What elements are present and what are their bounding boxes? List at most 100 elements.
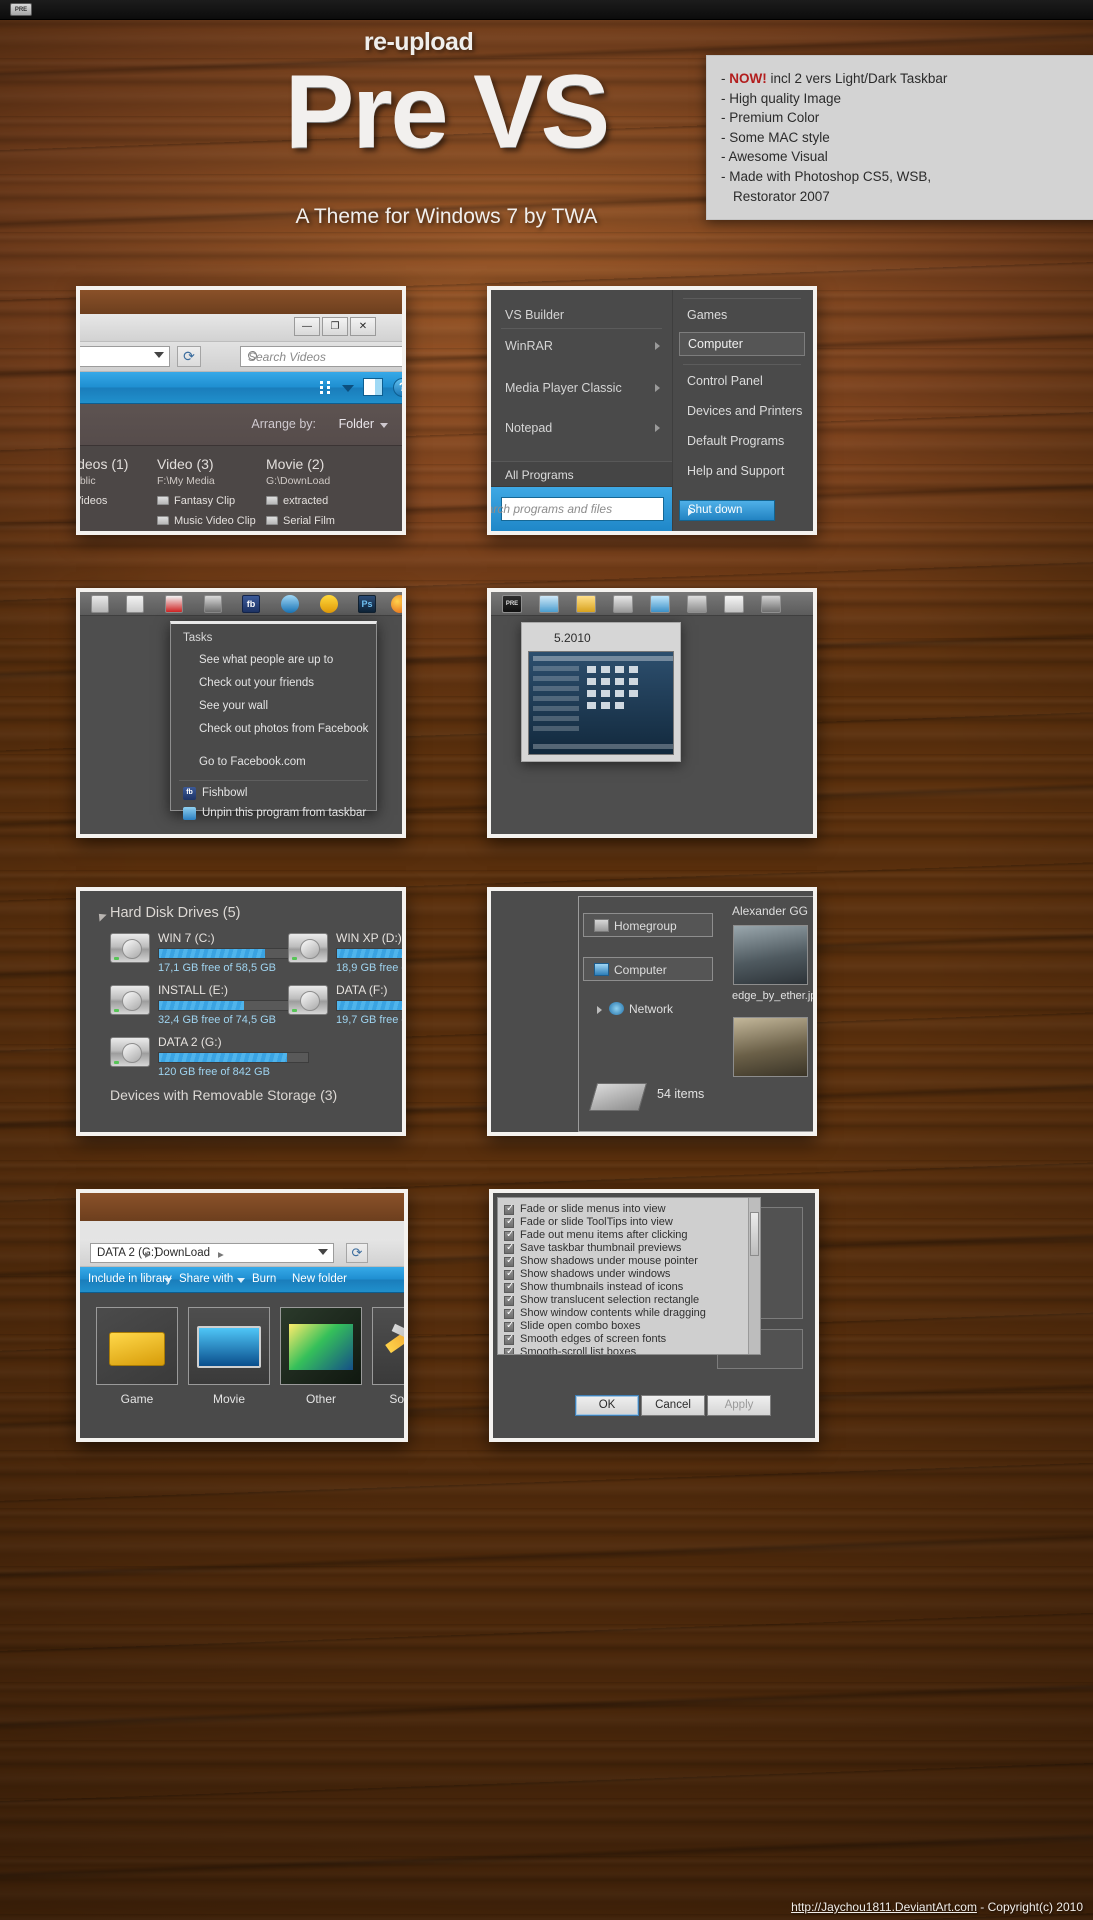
list-item[interactable]: extracted (266, 495, 335, 507)
command-include-in-library[interactable]: Include in library (88, 1273, 172, 1285)
breadcrumb-separator: ▸ (218, 1249, 224, 1261)
tile-game[interactable]: Game (96, 1307, 178, 1406)
thumbnail-image[interactable] (733, 1017, 808, 1077)
checkbox[interactable] (504, 1229, 514, 1241)
chevron-down-icon[interactable] (380, 423, 388, 428)
checkbox[interactable] (504, 1255, 514, 1267)
camera-icon[interactable] (761, 595, 781, 613)
tile-movie[interactable]: Movie (188, 1307, 270, 1406)
refresh-icon[interactable]: ⟳ (346, 1243, 368, 1263)
music-icon[interactable] (91, 595, 109, 613)
search-input[interactable]: Search Videos (240, 346, 402, 367)
menu-item-games[interactable]: Games (687, 308, 727, 322)
list-item[interactable]: Videos (80, 495, 128, 507)
command-share-with[interactable]: Share with (179, 1273, 233, 1285)
jumplist-task-1[interactable]: Check out your friends (199, 677, 314, 689)
menu-item-devices-and-printers[interactable]: Devices and Printers (687, 404, 802, 418)
checkbox[interactable] (504, 1242, 514, 1254)
jumplist-task-0[interactable]: See what people are up to (199, 654, 333, 666)
folder-icon[interactable] (576, 595, 596, 613)
camera-icon[interactable] (204, 595, 222, 613)
menu-item-notepad[interactable]: Notepad (505, 421, 552, 435)
chevron-down-icon[interactable] (342, 385, 354, 392)
chevron-down-icon[interactable] (164, 1278, 172, 1283)
shutdown-button[interactable]: Shut down (679, 500, 775, 521)
pre-badge-button[interactable]: PRE (10, 3, 32, 16)
preview-pane-icon[interactable] (363, 378, 383, 396)
firefox-icon[interactable] (391, 595, 402, 613)
view-grid-icon[interactable] (320, 381, 334, 395)
thumbnail-window[interactable]: 5.2010 (521, 622, 681, 762)
chevron-down-icon[interactable] (237, 1278, 245, 1283)
tile-label: Other (305, 1392, 336, 1406)
sidebar-item-homegroup[interactable]: Homegroup (583, 913, 713, 937)
thumbnail-image[interactable] (733, 925, 808, 985)
checkbox[interactable] (504, 1216, 514, 1228)
menu-item-help-and-support[interactable]: Help and Support (687, 464, 784, 478)
search-input[interactable]: earch programs and files (491, 497, 664, 521)
explorer-icon[interactable] (539, 595, 559, 613)
checkbox[interactable] (504, 1294, 514, 1306)
mail-icon[interactable] (165, 595, 183, 613)
arrange-value[interactable]: Folder (339, 417, 374, 431)
list-item[interactable]: Serial Film (266, 515, 335, 527)
sidebar-item-network[interactable]: Network (595, 997, 725, 1021)
menu-item-computer[interactable]: Computer (679, 332, 805, 356)
all-programs-button[interactable]: All Programs (491, 461, 672, 487)
list-item[interactable]: Fantasy Clip (157, 495, 256, 507)
address-input[interactable] (80, 346, 170, 367)
menu-item-default-programs[interactable]: Default Programs (687, 434, 784, 448)
footer-url[interactable]: http://Jaychou1811.DeviantArt.com (791, 1900, 977, 1914)
apply-button[interactable]: Apply (707, 1395, 771, 1416)
jumplist-task-3[interactable]: Check out photos from Facebook (199, 723, 368, 735)
menu-item-control-panel[interactable]: Control Panel (687, 374, 763, 388)
chevron-right-icon[interactable] (597, 1006, 602, 1014)
checkbox[interactable] (504, 1203, 514, 1215)
menu-item-media-player-classic[interactable]: Media Player Classic (505, 381, 622, 395)
tile-software[interactable]: Software (372, 1307, 404, 1406)
minimize-button[interactable]: — (294, 317, 320, 336)
cancel-button[interactable]: Cancel (641, 1395, 705, 1416)
pre-icon[interactable]: PRE (502, 595, 522, 613)
checkbox[interactable] (504, 1268, 514, 1280)
music-icon[interactable] (650, 595, 670, 613)
save-icon[interactable] (126, 595, 144, 613)
help-icon[interactable]: ? (393, 378, 402, 397)
command-new-folder[interactable]: New folder (292, 1273, 347, 1285)
visual-effects-list[interactable]: Fade or slide menus into view Fade or sl… (497, 1197, 761, 1355)
smiley-icon[interactable] (320, 595, 338, 613)
facebook-icon[interactable]: fb (242, 595, 260, 613)
tool-icon[interactable] (687, 595, 707, 613)
menu-item-winrar[interactable]: WinRAR (505, 339, 553, 353)
close-button[interactable]: ✕ (350, 317, 376, 336)
start-menu-panel: VS Builder WinRAR Media Player Classic N… (487, 286, 817, 535)
chevron-right-icon (655, 342, 660, 350)
scrollbar-thumb[interactable] (750, 1212, 759, 1256)
ok-button[interactable]: OK (575, 1395, 639, 1416)
collapse-triangle-icon[interactable] (95, 910, 107, 922)
messenger-icon[interactable] (281, 595, 299, 613)
chevron-down-icon[interactable] (318, 1249, 328, 1255)
refresh-icon[interactable]: ⟳ (177, 346, 201, 367)
checkbox[interactable] (504, 1281, 514, 1293)
checkbox[interactable] (504, 1333, 514, 1345)
jumplist-pinned-0[interactable]: Fishbowl (202, 787, 247, 799)
list-item[interactable]: Music Video Clip (157, 515, 256, 527)
jumplist-pinned-1[interactable]: Unpin this program from taskbar (202, 807, 366, 819)
breadcrumb-segment-1[interactable]: DownLoad (155, 1247, 210, 1259)
tile-other[interactable]: Other (280, 1307, 362, 1406)
photoshop-icon[interactable]: Ps (358, 595, 376, 613)
command-burn[interactable]: Burn (252, 1273, 276, 1285)
maximize-button[interactable]: ❐ (322, 317, 348, 336)
breadcrumb[interactable]: DATA 2 (G:) ▸ DownLoad ▸ (90, 1243, 334, 1263)
scrollbar[interactable] (748, 1198, 760, 1354)
jumplist-task-2[interactable]: See your wall (199, 700, 268, 712)
media-icon[interactable] (613, 595, 633, 613)
checkbox[interactable] (504, 1307, 514, 1319)
menu-item-vs-builder[interactable]: VS Builder (505, 308, 564, 322)
calendar-icon[interactable] (724, 595, 744, 613)
jumplist-link[interactable]: Go to Facebook.com (199, 756, 306, 768)
sidebar-item-computer[interactable]: Computer (583, 957, 713, 981)
checkbox[interactable] (504, 1320, 514, 1332)
checkbox[interactable] (504, 1346, 514, 1354)
